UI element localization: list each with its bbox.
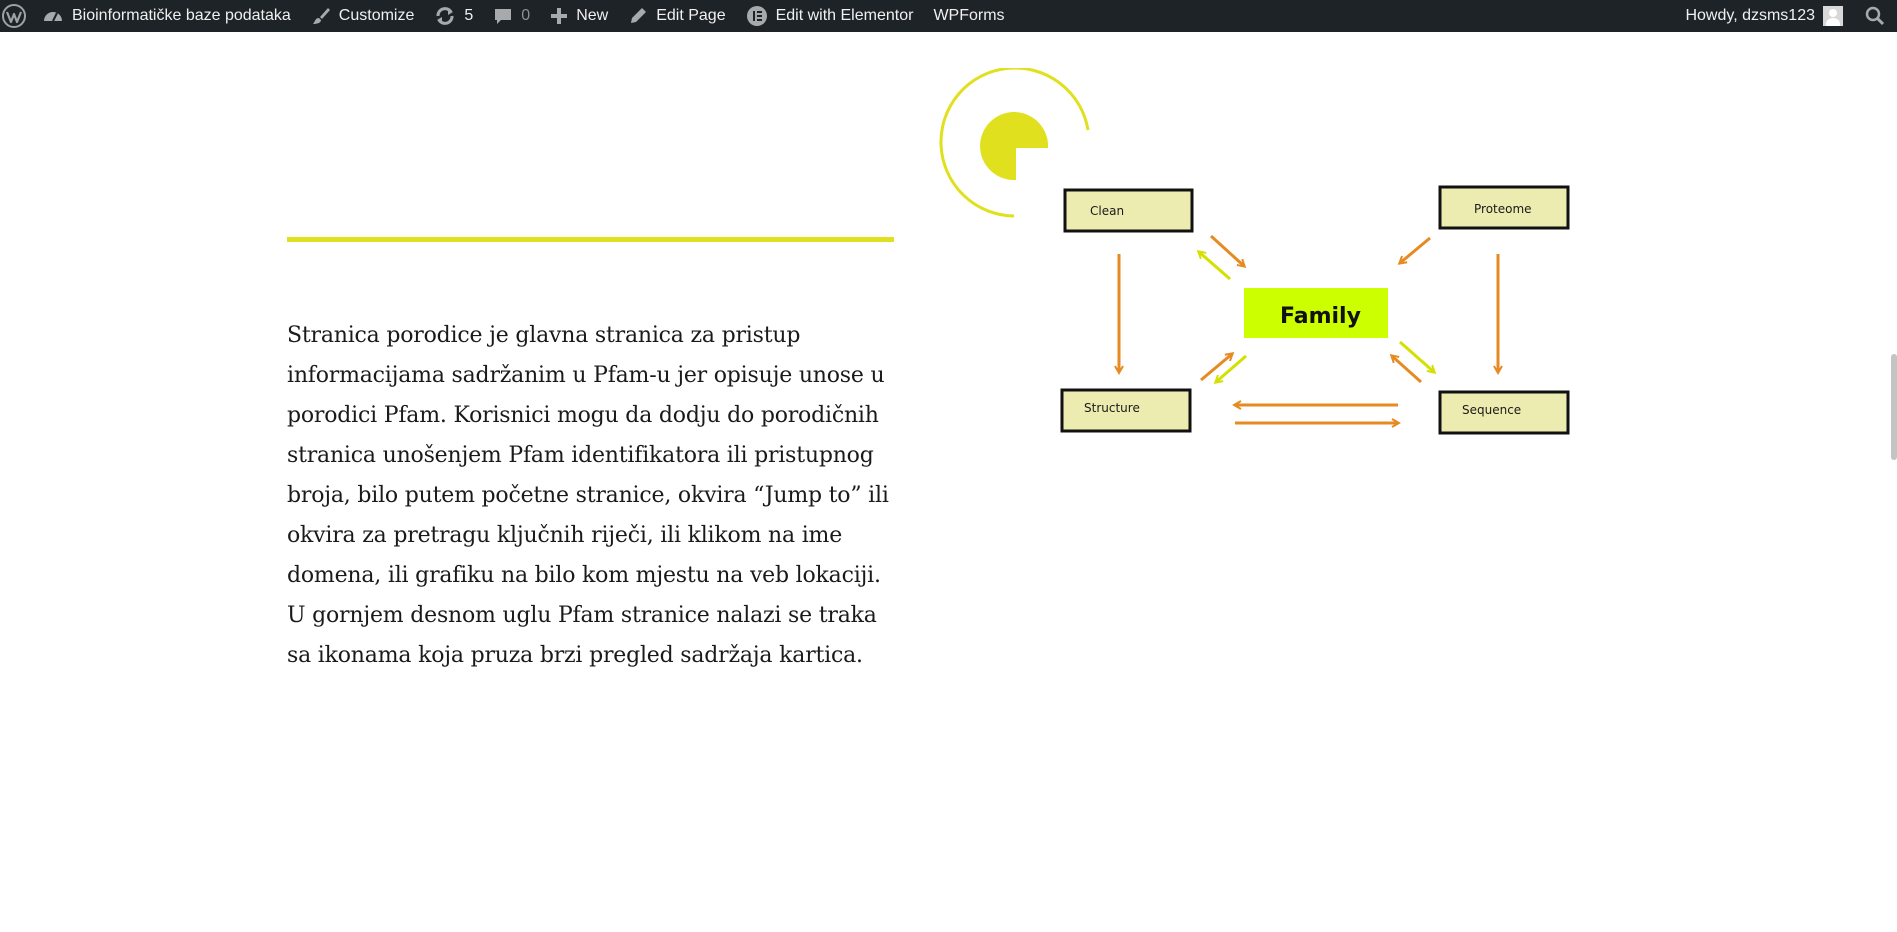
node-clean: Clean — [1063, 188, 1194, 233]
page-scrollbar[interactable] — [1889, 32, 1897, 932]
site-name-link[interactable]: Bioinformatičke baze podataka — [32, 0, 301, 32]
arrow-family-to-structure — [1216, 354, 1247, 382]
edit-page-link[interactable]: Edit Page — [618, 0, 735, 32]
edit-page-label: Edit Page — [656, 7, 726, 24]
updates-link[interactable]: 5 — [424, 0, 483, 32]
family-page-description: Stranica porodice je glavna stranica za … — [287, 323, 889, 668]
node-proteome: Proteome — [1438, 185, 1570, 230]
dashboard-icon — [42, 6, 64, 26]
comment-icon — [493, 6, 513, 26]
node-family: Family — [1244, 288, 1388, 338]
scrollbar-thumb[interactable] — [1891, 354, 1897, 460]
arrow-sequence-to-family — [1392, 356, 1423, 384]
elementor-label: Edit with Elementor — [775, 7, 914, 24]
node-family-label: Family — [1280, 304, 1361, 329]
customize-link[interactable]: Customize — [301, 0, 425, 32]
arrow-proteome-to-family — [1400, 236, 1431, 263]
comments-count: 0 — [521, 7, 531, 24]
wordpress-icon — [2, 4, 26, 28]
node-sequence: Sequence — [1438, 390, 1570, 435]
elementor-link[interactable]: Edit with Elementor — [736, 0, 924, 32]
search-icon — [1865, 6, 1885, 26]
admin-bar: Bioinformatičke baze podataka Customize … — [0, 0, 1897, 32]
pencil-icon — [628, 6, 648, 26]
plus-icon — [550, 7, 568, 25]
new-label: New — [576, 7, 609, 24]
node-structure: Structure — [1060, 388, 1192, 433]
search-button[interactable] — [1857, 0, 1897, 32]
elementor-icon — [746, 5, 768, 27]
avatar — [1823, 6, 1843, 26]
new-content-link[interactable]: New — [540, 0, 618, 32]
wpforms-label: WPForms — [933, 7, 1005, 24]
node-structure-label: Structure — [1084, 401, 1140, 415]
pfam-family-diagram: Clean Proteome Structure Sequence Family — [1060, 185, 1570, 435]
node-sequence-label: Sequence — [1462, 403, 1521, 417]
accent-divider — [287, 237, 894, 242]
node-clean-label: Clean — [1090, 204, 1124, 218]
arrow-family-to-clean — [1199, 252, 1231, 281]
arrow-clean-to-family — [1209, 234, 1244, 266]
comments-link[interactable]: 0 — [483, 0, 540, 32]
customize-label: Customize — [338, 7, 415, 24]
howdy-label: Howdy, dzsms123 — [1685, 7, 1815, 24]
site-name: Bioinformatičke baze podataka — [72, 7, 291, 24]
paintbrush-icon — [311, 6, 331, 26]
node-proteome-label: Proteome — [1474, 202, 1532, 216]
updates-icon — [434, 6, 456, 26]
updates-count: 5 — [464, 7, 474, 24]
wordpress-logo-button[interactable] — [0, 0, 32, 32]
arrow-structure-to-family — [1200, 354, 1232, 382]
wpforms-link[interactable]: WPForms — [923, 0, 1014, 32]
account-menu[interactable]: Howdy, dzsms123 — [1675, 0, 1857, 32]
